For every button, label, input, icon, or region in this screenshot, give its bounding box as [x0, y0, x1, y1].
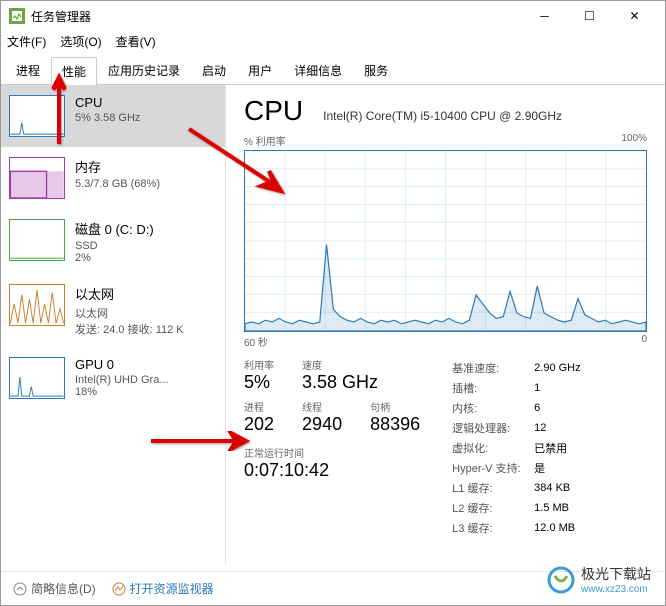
tab-app-history[interactable]: 应用历史记录: [97, 56, 191, 84]
chevron-up-circle-icon: [13, 582, 27, 596]
tab-processes[interactable]: 进程: [5, 56, 51, 84]
sidebar-gpu-sub2: 18%: [75, 386, 169, 398]
tab-details[interactable]: 详细信息: [283, 56, 353, 84]
maximize-button[interactable]: ☐: [567, 1, 612, 31]
uptime-label: 正常运行时间: [244, 445, 420, 460]
sidebar-cpu-sub: 5% 3.58 GHz: [75, 112, 140, 124]
sidebar-gpu-title: GPU 0: [75, 357, 169, 372]
sidebar-item-disk[interactable]: 磁盘 0 (C: D:) SSD 2%: [1, 209, 225, 274]
minimize-button[interactable]: ─: [522, 1, 567, 31]
cpu-model: Intel(R) Core(TM) i5-10400 CPU @ 2.90GHz: [323, 109, 562, 123]
sidebar-item-ethernet[interactable]: 以太网 以太网 发送: 24.0 接收: 112 K: [1, 274, 225, 347]
app-icon: [9, 8, 25, 24]
handles-label: 句柄: [370, 399, 420, 414]
proc-value: 202: [244, 414, 274, 435]
main-pane: CPU Intel(R) Core(TM) i5-10400 CPU @ 2.9…: [226, 85, 665, 565]
tab-users[interactable]: 用户: [237, 56, 283, 84]
sidebar-eth-sub2: 发送: 24.0 接收: 112 K: [75, 321, 184, 337]
speed-value: 3.58 GHz: [302, 372, 378, 393]
monitor-icon: [112, 582, 126, 596]
threads-label: 线程: [302, 399, 342, 414]
menu-options[interactable]: 选项(O): [60, 33, 101, 50]
sidebar-item-gpu[interactable]: GPU 0 Intel(R) UHD Gra... 18%: [1, 347, 225, 409]
chart-label-br: 0: [641, 334, 647, 349]
window-title: 任务管理器: [31, 8, 522, 25]
sidebar-eth-title: 以太网: [75, 284, 184, 303]
resource-monitor-link[interactable]: 打开资源监视器: [112, 580, 214, 597]
sidebar-disk-sub1: SSD: [75, 240, 154, 252]
tab-startup[interactable]: 启动: [191, 56, 237, 84]
speed-label: 速度: [302, 357, 378, 372]
sidebar-gpu-sub1: Intel(R) UHD Gra...: [75, 374, 169, 386]
sidebar-mem-sub: 5.3/7.8 GB (68%): [75, 178, 160, 190]
cpu-details-table: 基准速度:2.90 GHz 插槽:1 内核:6 逻辑处理器:12 虚拟化:已禁用…: [450, 357, 590, 539]
util-label: 利用率: [244, 357, 274, 372]
sidebar: CPU 5% 3.58 GHz 内存 5.3/7.8 GB (68%) 磁盘 0…: [1, 85, 226, 565]
sidebar-disk-sub2: 2%: [75, 252, 154, 264]
sidebar-item-memory[interactable]: 内存 5.3/7.8 GB (68%): [1, 147, 225, 209]
sidebar-mem-title: 内存: [75, 157, 160, 176]
uptime-value: 0:07:10:42: [244, 460, 420, 481]
proc-label: 进程: [244, 399, 274, 414]
threads-value: 2940: [302, 414, 342, 435]
chart-label-bl: 60 秒: [244, 334, 268, 349]
tab-performance[interactable]: 性能: [51, 57, 97, 85]
util-value: 5%: [244, 372, 274, 393]
tab-services[interactable]: 服务: [353, 56, 399, 84]
cpu-heading: CPU: [244, 95, 303, 127]
menubar: 文件(F) 选项(O) 查看(V): [1, 31, 665, 52]
cpu-chart: [244, 150, 647, 332]
chart-label-tl: % 利用率: [244, 133, 286, 148]
close-button[interactable]: ✕: [612, 1, 657, 31]
handles-value: 88396: [370, 414, 420, 435]
sidebar-cpu-title: CPU: [75, 95, 140, 110]
chart-label-tr: 100%: [621, 133, 647, 148]
sidebar-item-cpu[interactable]: CPU 5% 3.58 GHz: [1, 85, 225, 147]
sidebar-eth-sub1: 以太网: [75, 305, 184, 321]
watermark: 极光下载站 www.xz23.com: [547, 564, 651, 595]
fewer-details-link[interactable]: 简略信息(D): [13, 580, 96, 597]
sidebar-disk-title: 磁盘 0 (C: D:): [75, 219, 154, 238]
watermark-logo-icon: [547, 566, 575, 594]
menu-file[interactable]: 文件(F): [7, 33, 46, 50]
menu-view[interactable]: 查看(V): [116, 33, 156, 50]
tab-bar: 进程 性能 应用历史记录 启动 用户 详细信息 服务: [1, 56, 665, 85]
